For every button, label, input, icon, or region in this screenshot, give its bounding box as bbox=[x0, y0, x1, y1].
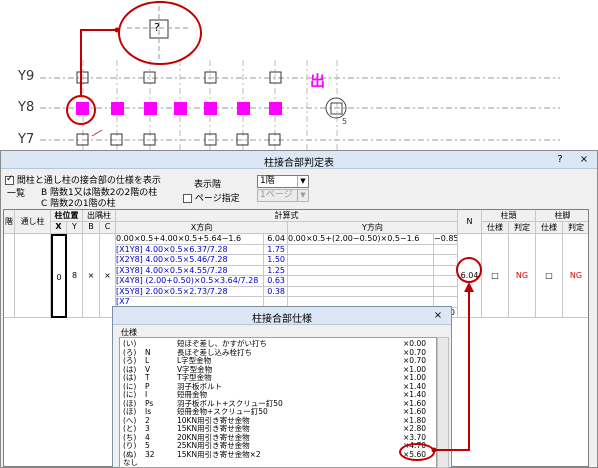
connector-arrow bbox=[431, 282, 474, 453]
